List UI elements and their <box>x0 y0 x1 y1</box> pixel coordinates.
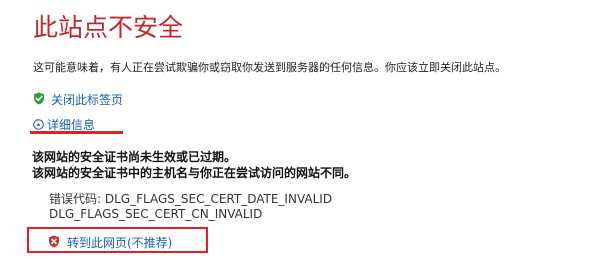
error-code-value: DLG_FLAGS_SEC_CERT_DATE_INVALID <box>104 192 333 206</box>
error-code-label: 错误代码: <box>49 192 102 206</box>
error-code-line: 错误代码: DLG_FLAGS_SEC_CERT_DATE_INVALID <box>49 192 332 207</box>
close-tab-link[interactable]: 关闭此标签页 <box>33 90 123 109</box>
error-code-value: DLG_FLAGS_SEC_CERT_CN_INVALID <box>49 207 263 221</box>
warning-description: 这可能意味着，有人正在尝试欺骗你或窃取你发送到服务器的任何信息。你应该立即关闭此… <box>33 61 506 74</box>
security-warning-page: 此站点不安全 这可能意味着，有人正在尝试欺骗你或窃取你发送到服务器的任何信息。你… <box>0 0 600 269</box>
cert-message-hostname: 该网站的安全证书中的主机名与你正在尝试访问的网站不同。 <box>32 166 357 180</box>
proceed-label: 转到此网页(不推荐) <box>67 235 173 250</box>
page-title: 此站点不安全 <box>33 13 184 42</box>
cert-message-expired: 该网站的安全证书尚未生效或已过期。 <box>32 150 237 164</box>
green-shield-check-icon <box>33 90 45 109</box>
highlight-underline <box>30 131 123 134</box>
proceed-link[interactable]: 转到此网页(不推荐) <box>48 233 172 252</box>
red-shield-x-icon <box>48 233 60 252</box>
close-tab-label: 关闭此标签页 <box>51 92 124 107</box>
